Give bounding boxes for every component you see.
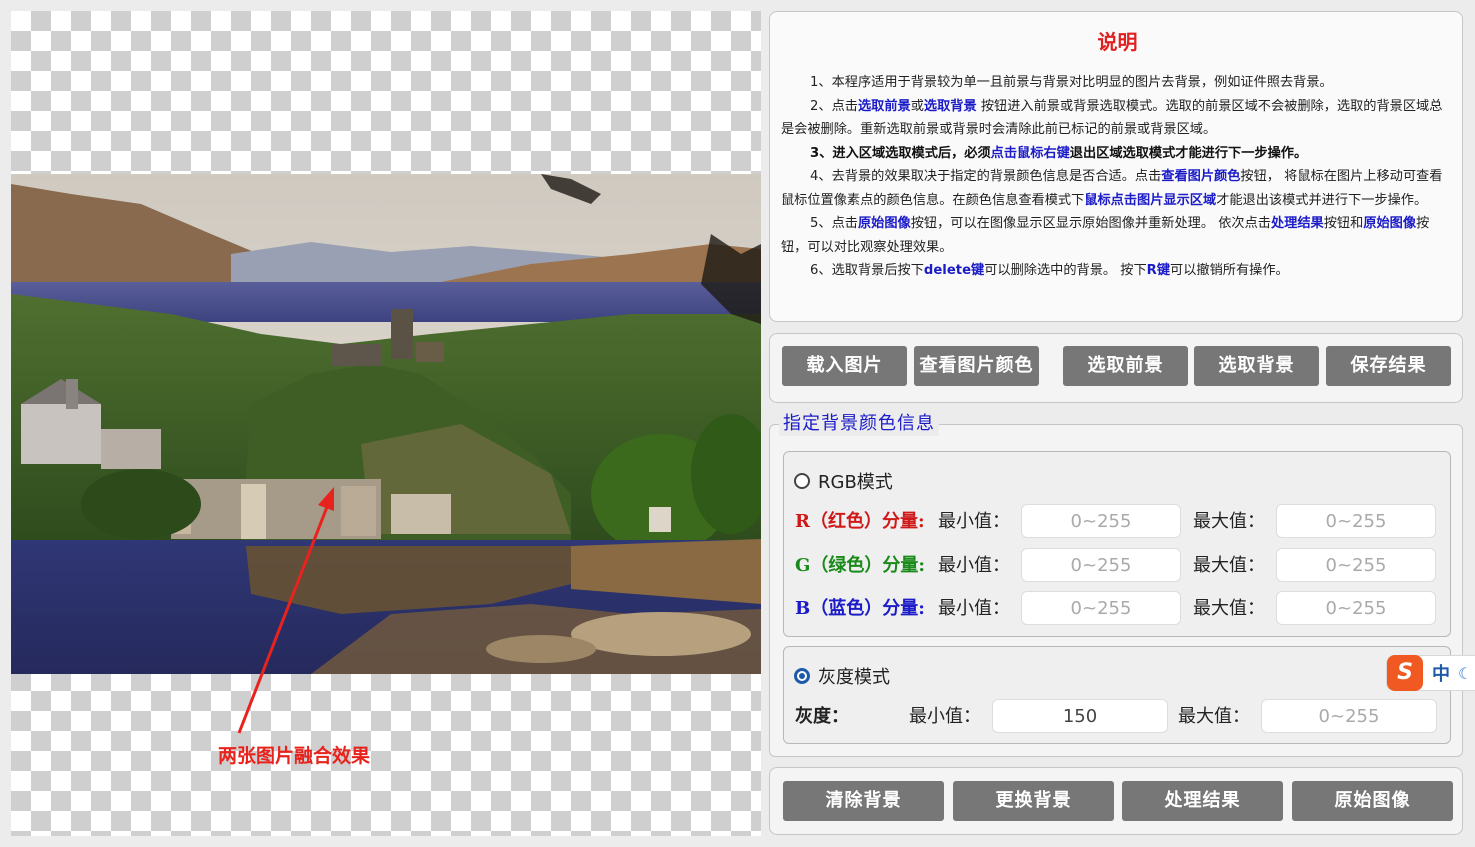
instructions-title: 说明 (1097, 30, 1138, 54)
radio-checked-icon[interactable] (794, 668, 810, 684)
text: 可以撤销所有操作。 (1170, 263, 1289, 278)
instruction-2: 2、点击选取前景或选取背景 按钮进入前景或背景选取模式。选取的前景区域不会被删除… (781, 95, 1454, 142)
ime-toolbar[interactable]: S 中 ☾ (1386, 655, 1475, 691)
instruction-3: 3、进入区域选取模式后，必须点击鼠标右键退出区域选取模式才能进行下一步操作。 (781, 142, 1454, 166)
gray-min-input[interactable] (992, 699, 1168, 733)
max-label: 最大值： (1193, 555, 1265, 576)
gray-mode-label: 灰度模式 (818, 667, 890, 688)
g-min-input[interactable] (1021, 548, 1181, 582)
ime-language-toggle[interactable]: 中 (1432, 660, 1450, 686)
gray-label: 灰度： (795, 706, 849, 727)
text: 可以删除选中的背景。 按下 (984, 263, 1147, 278)
text: 退出区域选取模式才能进行下一步操作。 (1069, 145, 1308, 161)
gray-mode-radio[interactable]: 灰度模式 (794, 663, 890, 689)
r-min-input[interactable] (1021, 504, 1181, 538)
save-result-button[interactable]: 保存结果 (1326, 346, 1451, 386)
keyword: R键 (1146, 263, 1171, 278)
process-result-button[interactable]: 处理结果 (1122, 781, 1283, 821)
text: 6、选取背景后按下 (810, 263, 924, 278)
clear-background-button[interactable]: 清除背景 (783, 781, 944, 821)
r-channel-label: R（红色）分量: (795, 511, 925, 532)
text: 按钮和 (1323, 216, 1364, 231)
keyword: 原始图像 (1363, 216, 1417, 231)
b-channel-row: B（蓝色）分量: 最小值： 最大值： (784, 591, 1450, 627)
keyword: 选取背景 (923, 98, 977, 114)
min-label: 最小值： (938, 598, 1010, 619)
moon-icon[interactable]: ☾ (1458, 664, 1472, 683)
min-label: 最小值： (909, 706, 981, 727)
gray-row: 灰度： 最小值： 最大值： (784, 699, 1450, 735)
max-label: 最大值： (1178, 706, 1250, 727)
b-min-input[interactable] (1021, 591, 1181, 625)
instruction-1: 1、本程序适用于背景较为单一且前景与背景对比明显的图片去背景，例如证件照去背景。 (810, 75, 1333, 90)
text: 才能退出该模式并进行下一步操作。 (1216, 192, 1428, 208)
gray-max-input[interactable] (1261, 699, 1437, 733)
sogou-logo-icon[interactable]: S (1387, 655, 1423, 691)
b-channel-label: B（蓝色）分量: (795, 598, 925, 619)
text: 3、进入区域选取模式后，必须 (810, 145, 991, 161)
blended-landscape-image (11, 174, 761, 674)
min-label: 最小值： (938, 555, 1010, 576)
select-foreground-button[interactable]: 选取前景 (1063, 346, 1188, 386)
instructions-panel: 说明 1、本程序适用于背景较为单一且前景与背景对比明显的图片去背景，例如证件照去… (769, 11, 1463, 322)
max-label: 最大值： (1193, 598, 1265, 619)
text: 2、点击 (810, 98, 858, 114)
annotation-text: 两张图片融合效果 (218, 745, 371, 767)
select-background-button[interactable]: 选取背景 (1194, 346, 1319, 386)
instruction-4: 4、去背景的效果取决于指定的背景颜色信息是否合适。点击查看图片颜色按钮， 将鼠标… (781, 165, 1454, 212)
main-toolbar: 载入图片 查看图片颜色 选取前景 选取背景 保存结果 (769, 333, 1463, 403)
text: 4、去背景的效果取决于指定的背景颜色信息是否合适。点击 (810, 169, 1162, 184)
g-max-input[interactable] (1276, 548, 1436, 582)
text: 5、点击 (810, 216, 858, 231)
keyword: delete键 (923, 263, 985, 278)
g-channel-row: G（绿色）分量: 最小值： 最大值： (784, 548, 1450, 584)
min-label: 最小值： (938, 511, 1010, 532)
radio-unchecked-icon[interactable] (794, 473, 810, 489)
original-image-button[interactable]: 原始图像 (1292, 781, 1453, 821)
change-background-button[interactable]: 更换背景 (953, 781, 1114, 821)
keyword: 鼠标点击图片显示区域 (1084, 192, 1217, 208)
g-channel-label: G（绿色）分量: (795, 555, 926, 576)
keyword: 处理结果 (1271, 216, 1324, 231)
keyword: 查看图片颜色 (1161, 169, 1241, 184)
instruction-6: 6、选取背景后按下delete键可以删除选中的背景。 按下R键可以撤销所有操作。 (781, 259, 1454, 283)
view-color-button[interactable]: 查看图片颜色 (914, 346, 1039, 386)
text: 按钮，可以在图像显示区显示原始图像并重新处理。 依次点击 (910, 216, 1271, 231)
rgb-mode-label: RGB模式 (818, 472, 893, 493)
gray-mode-box: 灰度模式 灰度： 最小值： 最大值： (783, 646, 1451, 744)
process-toolbar: 清除背景 更换背景 处理结果 原始图像 (769, 767, 1463, 835)
instruction-5: 5、点击原始图像按钮，可以在图像显示区显示原始图像并重新处理。 依次点击处理结果… (781, 212, 1454, 259)
load-image-button[interactable]: 载入图片 (782, 346, 907, 386)
image-display-area[interactable]: 两张图片融合效果 (11, 11, 761, 836)
rgb-mode-box: RGB模式 R（红色）分量: 最小值： 最大值： G（绿色）分量: 最小值： 最… (783, 451, 1451, 637)
text: 或 (910, 98, 924, 114)
b-max-input[interactable] (1276, 591, 1436, 625)
max-label: 最大值： (1193, 511, 1265, 532)
r-max-input[interactable] (1276, 504, 1436, 538)
keyword: 点击鼠标右键 (990, 145, 1070, 161)
keyword: 原始图像 (857, 216, 911, 231)
rgb-mode-radio[interactable]: RGB模式 (794, 468, 893, 494)
keyword: 选取前景 (857, 98, 911, 114)
group-legend: 指定背景颜色信息 (779, 412, 939, 436)
background-color-group: 指定背景颜色信息 RGB模式 R（红色）分量: 最小值： 最大值： G（绿色）分… (769, 412, 1463, 757)
r-channel-row: R（红色）分量: 最小值： 最大值： (784, 504, 1450, 540)
